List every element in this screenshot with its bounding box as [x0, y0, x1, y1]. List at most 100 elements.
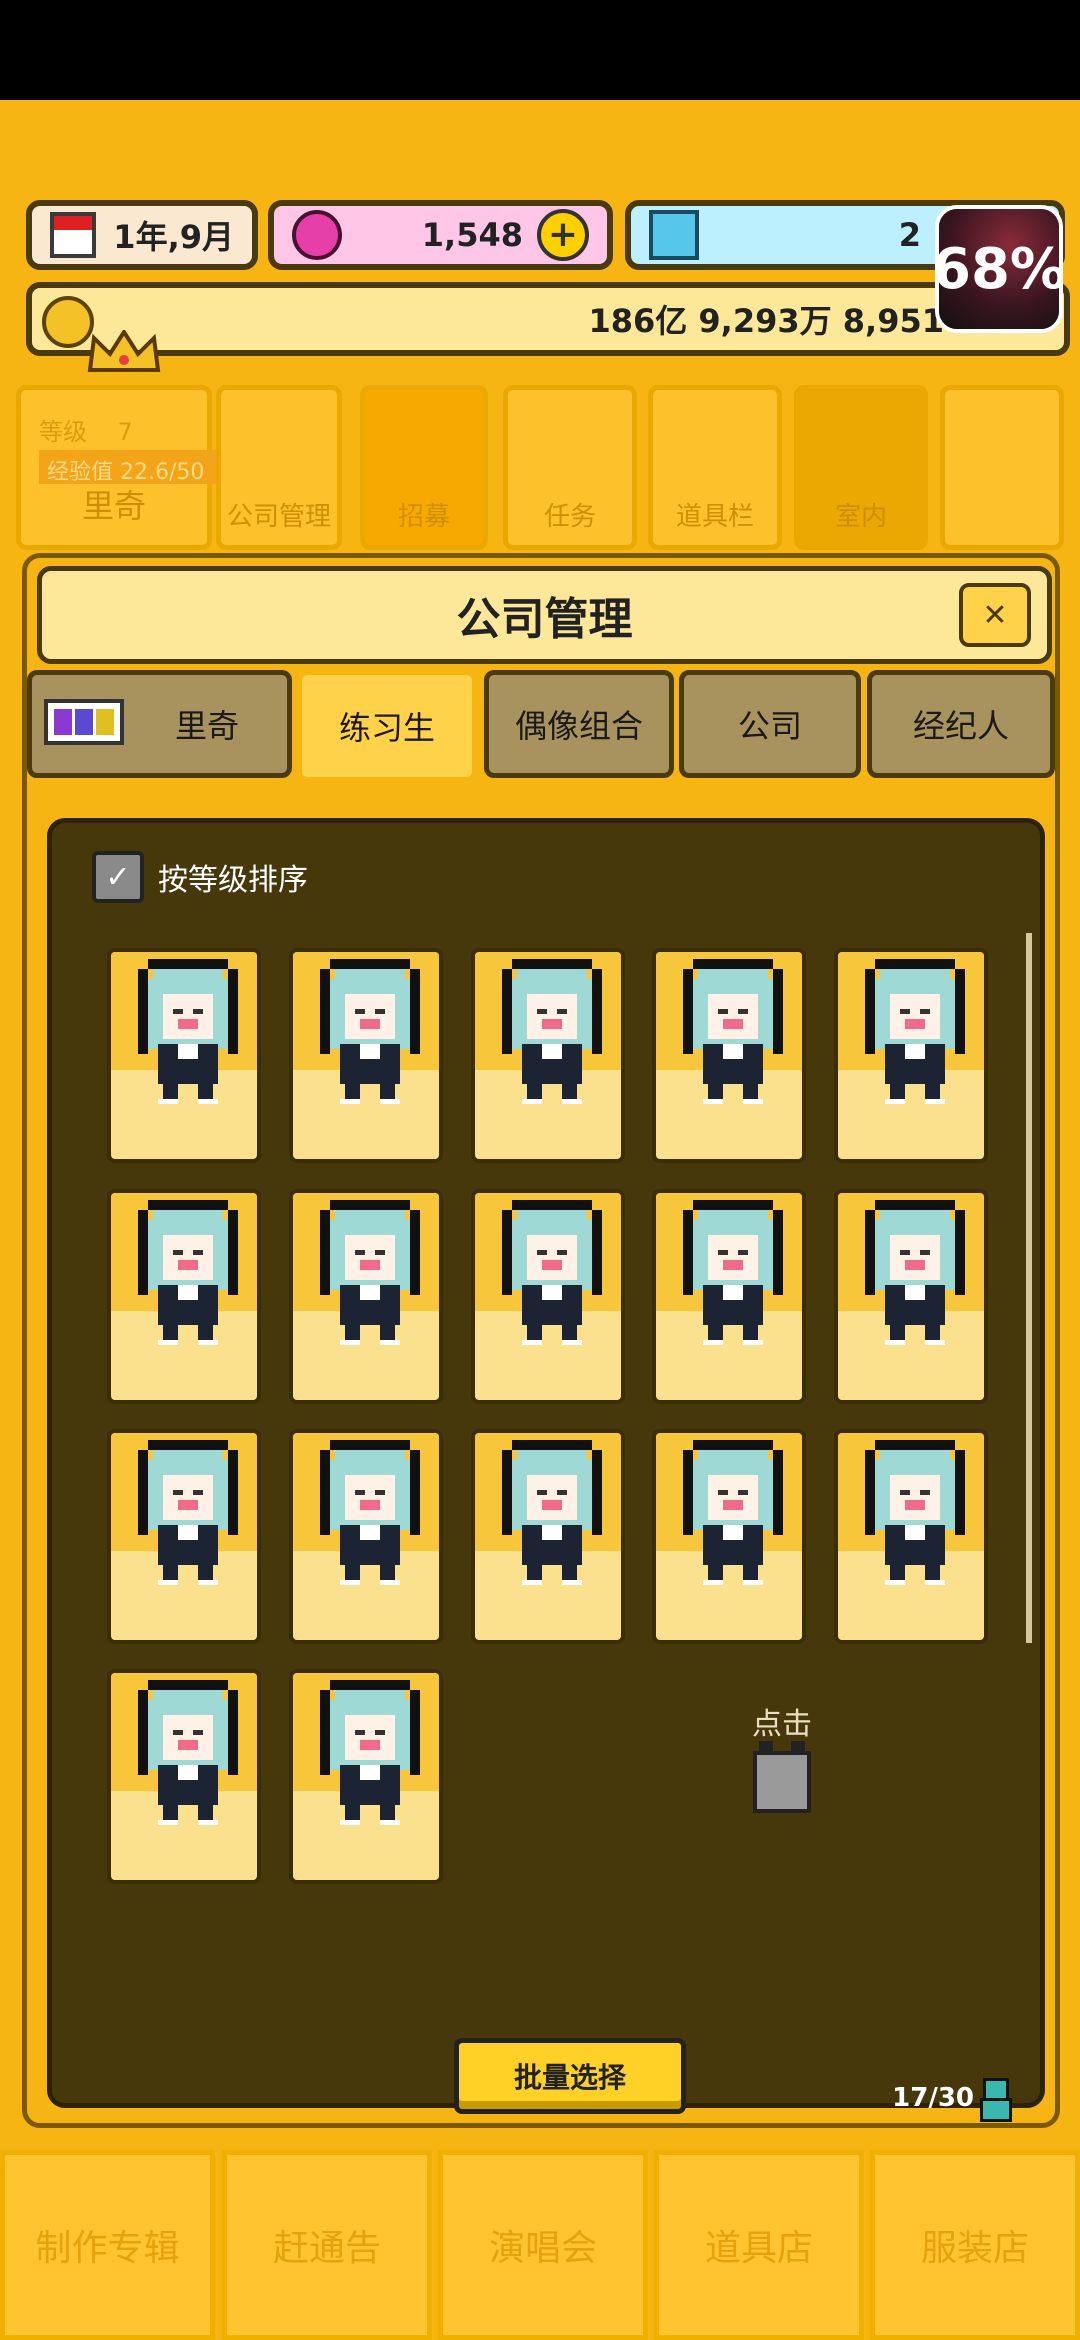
sort-label: 按等级排序	[158, 863, 308, 898]
level-label: 等级	[39, 418, 87, 446]
diamond-icon	[649, 210, 699, 260]
trainee-avatar	[865, 959, 965, 1104]
trainee-avatar	[865, 1440, 965, 1585]
nav-label: 道具栏	[675, 502, 754, 532]
trainee-card[interactable]	[652, 1189, 806, 1404]
tab-label: 经纪人	[912, 707, 1009, 745]
trainee-avatar	[138, 1440, 238, 1585]
company-management-panel: 公司管理 ✕ 里奇 练习生 偶像组合 公司 经纪人 ✓ 按等级排序 点击 批量选…	[22, 553, 1060, 2128]
nav-more[interactable]	[940, 385, 1064, 550]
nav-label: 室内	[834, 502, 887, 532]
trainee-avatar	[502, 1440, 602, 1585]
nav-company-management[interactable]: 公司管理	[216, 385, 342, 550]
trainee-avatar	[502, 959, 602, 1104]
tap-hint-label: 点击	[752, 1707, 812, 1742]
sort-by-level-toggle[interactable]: ✓ 按等级排序	[92, 851, 308, 903]
scrollbar[interactable]	[1026, 933, 1032, 1643]
trainee-card[interactable]	[834, 1429, 988, 1644]
trainee-avatar	[138, 959, 238, 1104]
trainee-card[interactable]	[471, 948, 625, 1163]
trainee-avatar	[320, 1680, 420, 1825]
bottom-nav-album[interactable]: 制作专辑	[0, 2150, 215, 2340]
bottom-nav-item-shop[interactable]: 道具店	[654, 2150, 864, 2340]
gem-icon	[292, 210, 342, 260]
trainee-card[interactable]	[289, 1189, 443, 1404]
batch-select-button[interactable]: 批量选择	[454, 2038, 686, 2114]
nav-tasks[interactable]: 任务	[503, 385, 637, 550]
bottom-nav-label: 赶通告	[272, 2228, 381, 2269]
add-gems-button[interactable]: +	[537, 209, 589, 261]
tab-manager[interactable]: 里奇	[27, 670, 292, 778]
capacity-value: 17/30	[892, 2083, 974, 2113]
trainee-card[interactable]	[289, 1669, 443, 1884]
trainee-card[interactable]	[107, 948, 261, 1163]
bottom-nav-concert[interactable]: 演唱会	[438, 2150, 648, 2340]
trainee-card[interactable]	[652, 1429, 806, 1644]
person-icon	[980, 2078, 1012, 2122]
trainee-capacity: 17/30	[892, 2078, 1012, 2122]
close-icon: ✕	[982, 597, 1008, 633]
diamond-value: 2	[898, 216, 921, 254]
tab-idol-groups[interactable]: 偶像组合	[484, 670, 674, 778]
exp-bar: 经验值 22.6/50	[39, 450, 224, 485]
trainee-avatar	[683, 1440, 783, 1585]
trainee-avatar	[502, 1200, 602, 1345]
date-display: 1年,9月	[26, 200, 258, 270]
nav-label: 公司管理	[226, 502, 331, 532]
idol-group-icon	[44, 699, 124, 745]
tab-label: 偶像组合	[514, 707, 643, 745]
bottom-nav-label: 演唱会	[488, 2228, 597, 2269]
nav-inventory[interactable]: 道具栏	[648, 385, 782, 550]
bottom-nav-label: 服装店	[920, 2228, 1029, 2269]
gem-display: 1,548 +	[268, 200, 613, 270]
trainee-card[interactable]	[289, 1429, 443, 1644]
status-bar	[0, 0, 1080, 100]
tab-trainees[interactable]: 练习生	[297, 670, 477, 782]
panel-title-bar: 公司管理 ✕	[37, 566, 1052, 664]
trainee-avatar	[683, 959, 783, 1104]
tab-label: 里奇	[174, 707, 239, 745]
bottom-nav-label: 道具店	[704, 2228, 813, 2269]
gem-value: 1,548	[421, 216, 523, 254]
floating-app-badge[interactable]: 68%	[935, 205, 1063, 333]
tab-agents[interactable]: 经纪人	[867, 670, 1055, 778]
nav-label: 招募	[397, 502, 450, 532]
money-display: 186亿 9,293万 8,951	[26, 282, 1070, 356]
trainee-avatar	[320, 959, 420, 1104]
trainee-card[interactable]	[107, 1669, 261, 1884]
trainee-card[interactable]	[834, 948, 988, 1163]
panel-title: 公司管理	[456, 594, 633, 645]
manager-name: 里奇	[81, 487, 146, 525]
trainee-avatar	[683, 1200, 783, 1345]
level-value: 7	[117, 418, 133, 446]
trainee-card[interactable]	[471, 1429, 625, 1644]
close-button[interactable]: ✕	[959, 583, 1031, 647]
tab-company[interactable]: 公司	[679, 670, 861, 778]
trainee-card[interactable]	[289, 948, 443, 1163]
nav-label: 任务	[543, 502, 596, 532]
trainee-card[interactable]	[107, 1189, 261, 1404]
trainee-card[interactable]	[107, 1429, 261, 1644]
tab-label: 练习生	[338, 709, 435, 747]
trainee-avatar	[320, 1200, 420, 1345]
trainee-avatar	[320, 1440, 420, 1585]
check-icon: ✓	[105, 859, 131, 895]
bottom-nav-label: 制作专辑	[35, 2228, 180, 2269]
nav-interior[interactable]: 室内	[794, 385, 928, 550]
manager-card[interactable]: 等级 7 经验值 22.6/50 里奇	[16, 385, 224, 550]
bottom-nav-gigs[interactable]: 赶通告	[222, 2150, 432, 2340]
tab-label: 公司	[737, 707, 802, 745]
sort-checkbox[interactable]: ✓	[92, 851, 144, 903]
money-value: 186亿 9,293万 8,951	[588, 302, 944, 340]
nav-recruit[interactable]: 招募	[360, 385, 488, 550]
trainee-list-area: ✓ 按等级排序 点击 批量选择 17/30	[47, 818, 1045, 2122]
bottom-nav-clothing-shop[interactable]: 服装店	[870, 2150, 1080, 2340]
trainee-card[interactable]	[471, 1189, 625, 1404]
trainee-card[interactable]	[834, 1189, 988, 1404]
trainee-card[interactable]	[652, 948, 806, 1163]
battery-percent: 68%	[935, 236, 1063, 302]
calendar-icon	[50, 212, 96, 258]
trainee-avatar	[865, 1200, 965, 1345]
tap-hint[interactable]: 点击	[752, 1699, 812, 1813]
crown-icon	[87, 330, 161, 372]
